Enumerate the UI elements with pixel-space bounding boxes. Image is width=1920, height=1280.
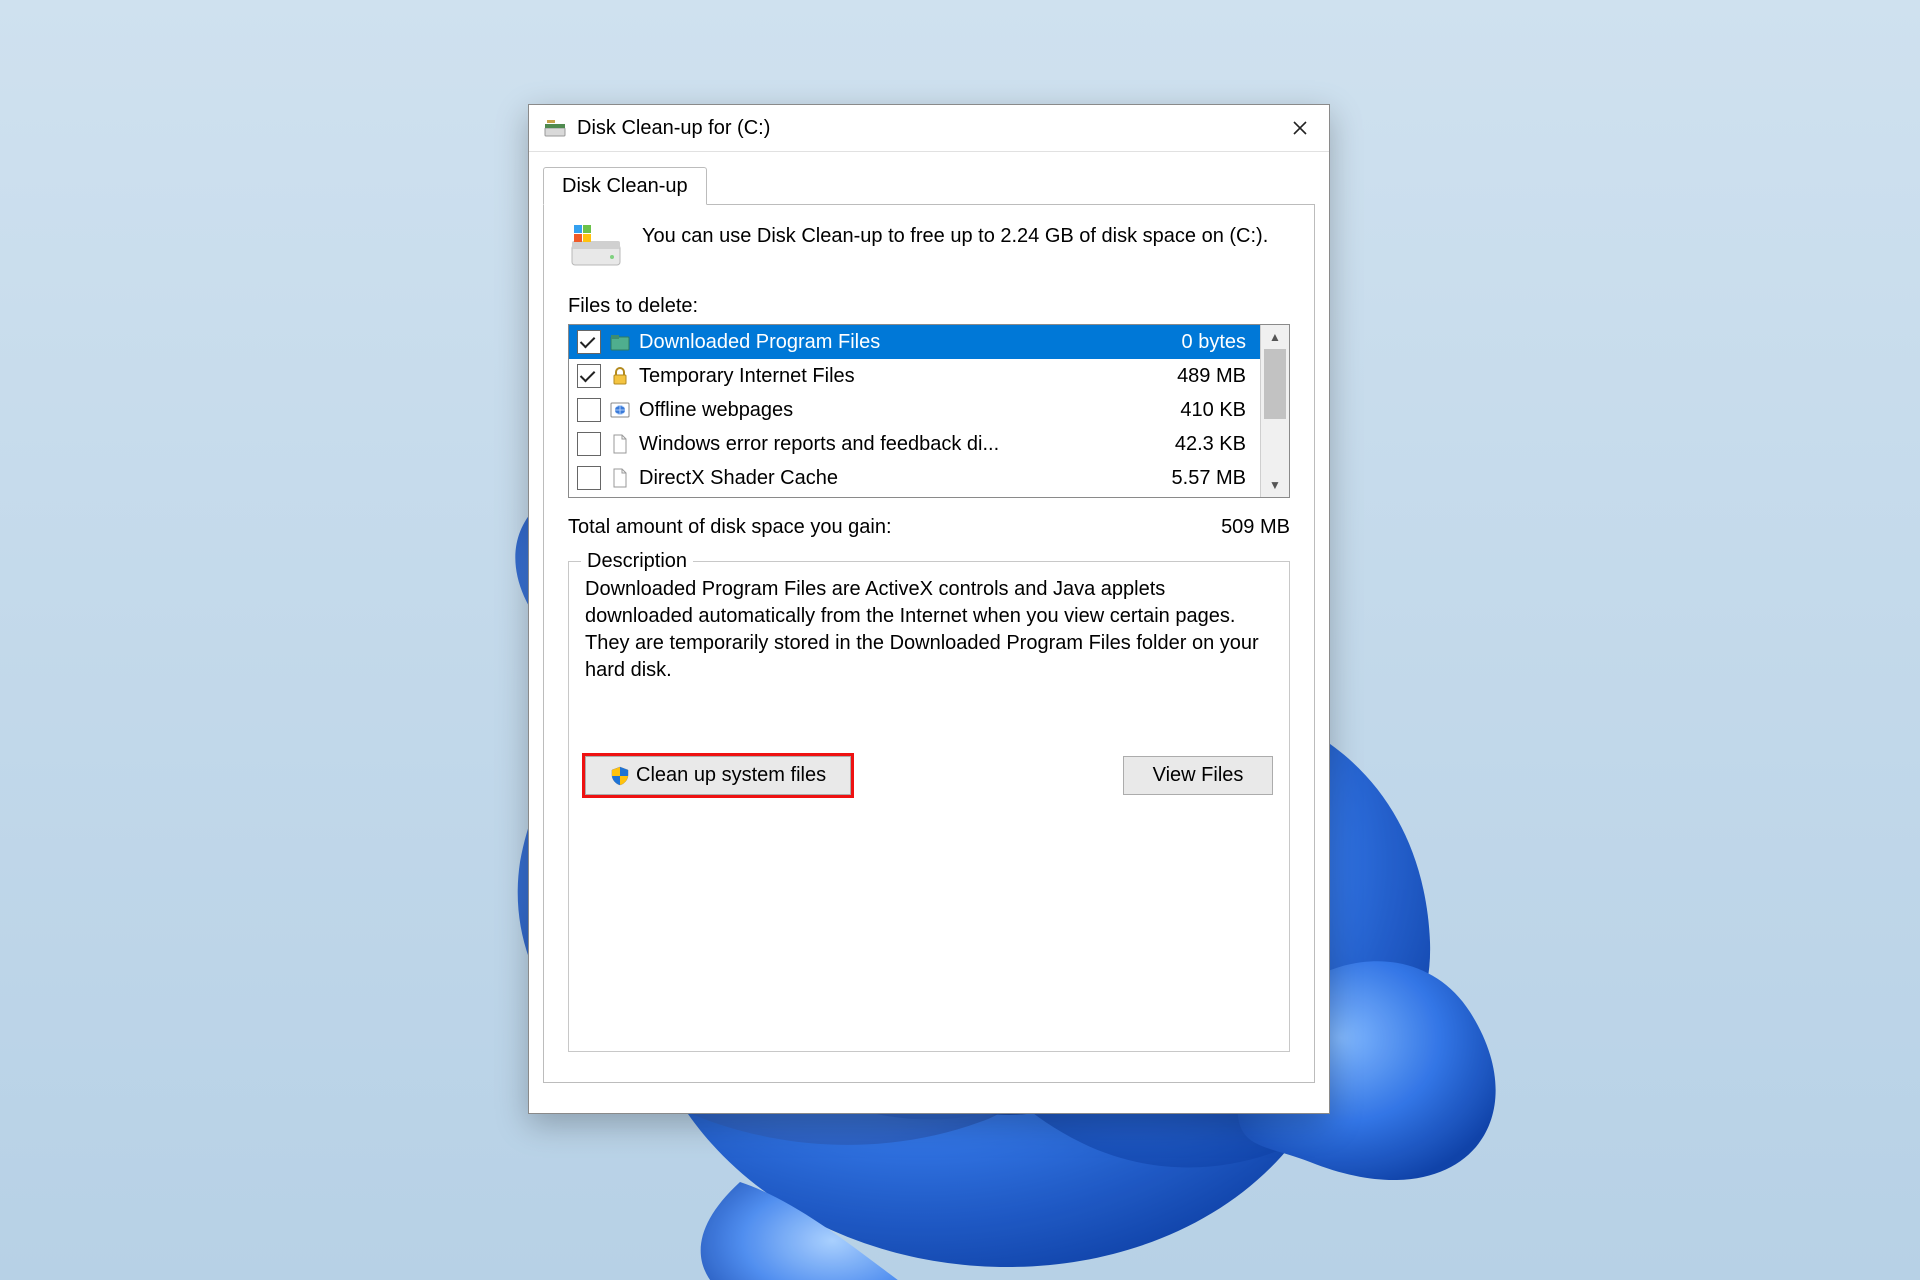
row-name: Temporary Internet Files xyxy=(639,365,1146,388)
window-title: Disk Clean-up for (C:) xyxy=(577,117,1277,140)
tab-panel: You can use Disk Clean-up to free up to … xyxy=(543,205,1315,1083)
view-files-button[interactable]: View Files xyxy=(1123,756,1273,795)
close-button[interactable] xyxy=(1277,110,1323,146)
scroll-track[interactable] xyxy=(1261,349,1289,473)
row-checkbox[interactable] xyxy=(577,432,601,456)
drive-icon xyxy=(568,223,624,271)
row-checkbox[interactable] xyxy=(577,466,601,490)
file-row[interactable]: Temporary Internet Files489 MB xyxy=(569,359,1260,393)
row-icon xyxy=(609,331,631,353)
close-icon xyxy=(1292,120,1308,136)
titlebar[interactable]: Disk Clean-up for (C:) xyxy=(529,105,1329,152)
row-icon xyxy=(609,399,631,421)
row-size: 410 KB xyxy=(1146,399,1246,422)
description-title: Description xyxy=(581,550,693,573)
scrollbar[interactable]: ▲ ▼ xyxy=(1260,325,1289,497)
row-name: Offline webpages xyxy=(639,399,1146,422)
row-icon xyxy=(609,467,631,489)
desktop-wallpaper: Disk Clean-up for (C:) Disk Clean-up xyxy=(0,0,1920,1280)
uac-shield-icon xyxy=(610,766,630,786)
cleanup-system-files-label: Clean up system files xyxy=(636,764,826,787)
scroll-down-button[interactable]: ▼ xyxy=(1261,473,1289,497)
row-size: 5.57 MB xyxy=(1146,467,1246,490)
intro-row: You can use Disk Clean-up to free up to … xyxy=(568,223,1290,271)
row-name: DirectX Shader Cache xyxy=(639,467,1146,490)
total-value: 509 MB xyxy=(1221,516,1290,539)
file-row[interactable]: Windows error reports and feedback di...… xyxy=(569,427,1260,461)
dialog-client-area: Disk Clean-up You xyxy=(529,152,1329,1113)
row-icon xyxy=(609,365,631,387)
tab-disk-cleanup[interactable]: Disk Clean-up xyxy=(543,167,707,205)
view-files-label: View Files xyxy=(1153,764,1244,787)
row-checkbox[interactable] xyxy=(577,398,601,422)
row-size: 0 bytes xyxy=(1146,331,1246,354)
description-groupbox: Description Downloaded Program Files are… xyxy=(568,561,1290,1052)
files-listbox[interactable]: Downloaded Program Files0 bytesTemporary… xyxy=(568,324,1290,498)
description-text: Downloaded Program Files are ActiveX con… xyxy=(585,576,1273,684)
files-to-delete-label: Files to delete: xyxy=(568,295,1290,318)
scroll-up-button[interactable]: ▲ xyxy=(1261,325,1289,349)
scroll-thumb[interactable] xyxy=(1264,349,1286,419)
row-size: 42.3 KB xyxy=(1146,433,1246,456)
row-name: Downloaded Program Files xyxy=(639,331,1146,354)
total-label: Total amount of disk space you gain: xyxy=(568,516,1221,539)
file-row[interactable]: Offline webpages410 KB xyxy=(569,393,1260,427)
disk-cleanup-app-icon xyxy=(543,116,567,140)
row-icon xyxy=(609,433,631,455)
disk-cleanup-dialog: Disk Clean-up for (C:) Disk Clean-up xyxy=(528,104,1330,1114)
row-checkbox[interactable] xyxy=(577,330,601,354)
file-row[interactable]: Downloaded Program Files0 bytes xyxy=(569,325,1260,359)
row-name: Windows error reports and feedback di... xyxy=(639,433,1146,456)
row-size: 489 MB xyxy=(1146,365,1246,388)
tab-strip: Disk Clean-up xyxy=(543,166,1315,205)
total-row: Total amount of disk space you gain: 509… xyxy=(568,516,1290,539)
file-row[interactable]: DirectX Shader Cache5.57 MB xyxy=(569,461,1260,495)
row-checkbox[interactable] xyxy=(577,364,601,388)
cleanup-system-files-button[interactable]: Clean up system files xyxy=(585,756,851,795)
intro-text: You can use Disk Clean-up to free up to … xyxy=(642,223,1268,271)
